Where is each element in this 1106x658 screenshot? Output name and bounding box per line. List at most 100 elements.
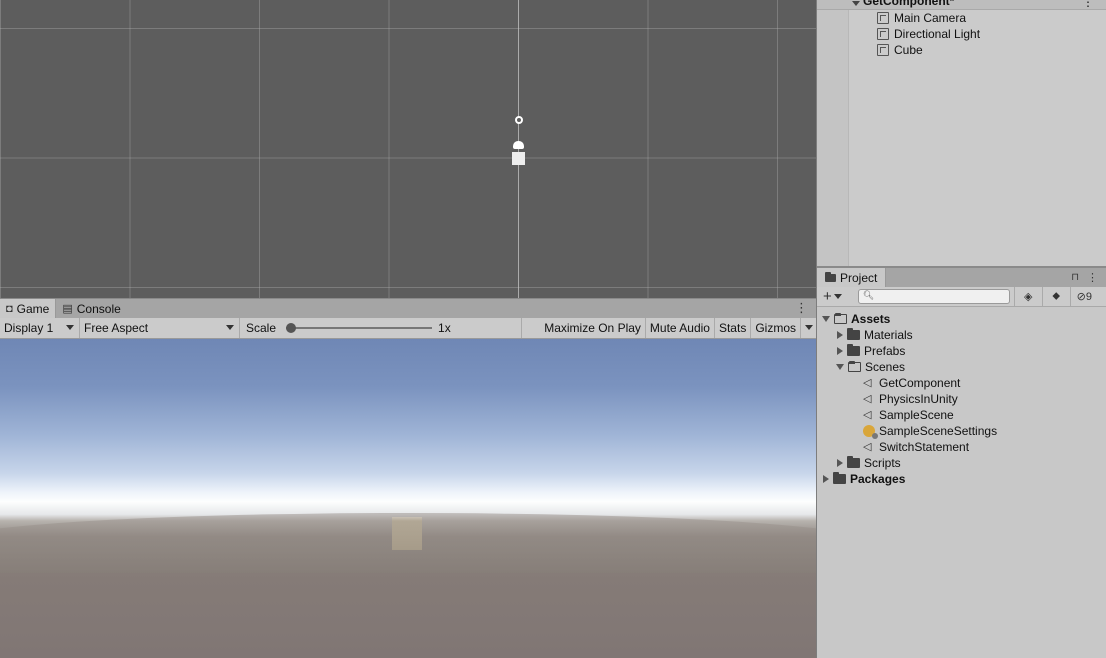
- rendered-cube: [392, 517, 422, 550]
- tree-item-label: SwitchStatement: [879, 440, 970, 454]
- camera-gizmo-icon[interactable]: [515, 116, 523, 124]
- game-panel-menu-icon[interactable]: ⋮: [787, 299, 816, 318]
- project-search-input[interactable]: 🔍︎: [857, 289, 1010, 304]
- project-tree: Assets Materials Prefabs Scenes ◁ GetCom…: [817, 307, 1106, 658]
- hierarchy-gutter: [817, 10, 849, 266]
- stats-label: Stats: [718, 321, 747, 335]
- unity-editor: ◘ Game ▤ Console ⋮ Display 1 Free Aspect…: [0, 0, 1106, 658]
- tree-item-prefabs[interactable]: Prefabs: [837, 343, 905, 359]
- hidden-packages-button[interactable]: ⊘ 9: [1069, 287, 1098, 306]
- unity-scene-icon: ◁: [863, 441, 872, 453]
- folder-icon: [847, 456, 860, 468]
- unity-scene-icon: ◁: [863, 409, 872, 421]
- gizmos-label: Gizmos: [755, 321, 796, 335]
- tab-project-label: Project: [840, 270, 878, 285]
- tree-item-materials[interactable]: Materials: [837, 327, 913, 343]
- folder-icon: [825, 271, 836, 282]
- tab-project[interactable]: Project: [817, 268, 887, 287]
- tree-item-assets[interactable]: Assets: [822, 311, 890, 327]
- scene-menu-icon[interactable]: ⋮: [1082, 0, 1094, 9]
- folder-open-icon: [834, 313, 847, 324]
- game-panel-tabs: ◘ Game ▤ Console ⋮: [0, 298, 816, 318]
- tab-console-label: Console: [76, 301, 121, 316]
- unity-scene-icon: ◁: [863, 393, 872, 405]
- hierarchy-item[interactable]: Cube: [877, 42, 923, 58]
- filter-by-type-button[interactable]: ◈: [1013, 287, 1042, 306]
- hierarchy-item-label: Directional Light: [894, 27, 981, 41]
- cube-icon: [877, 12, 889, 24]
- hierarchy-item-label: Cube: [894, 43, 923, 57]
- expand-arrow-icon[interactable]: [852, 1, 860, 6]
- scale-label: Scale: [246, 321, 277, 335]
- light-gizmo-icon[interactable]: [513, 141, 524, 149]
- scale-value: 1x: [438, 321, 451, 335]
- tree-item-label: PhysicsInUnity: [879, 392, 958, 406]
- hierarchy-item[interactable]: Main Camera: [877, 10, 966, 26]
- tab-console[interactable]: ▤ Console: [56, 299, 126, 318]
- scale-control: Scale 1x: [240, 318, 522, 338]
- expand-arrow-icon[interactable]: [823, 475, 829, 483]
- maximize-on-play-button[interactable]: Maximize On Play: [540, 318, 645, 338]
- collapse-arrow-icon[interactable]: [822, 316, 830, 322]
- gizmos-button[interactable]: Gizmos: [750, 318, 800, 338]
- lock-icon[interactable]: ⊓: [1071, 272, 1079, 283]
- game-view[interactable]: [0, 339, 816, 658]
- expand-arrow-icon[interactable]: [837, 331, 843, 339]
- gamepad-icon: ◘: [6, 302, 13, 315]
- lighting-settings-icon: [863, 425, 878, 439]
- tab-game-label: Game: [16, 301, 50, 316]
- search-icon: 🔍︎: [862, 290, 875, 300]
- tree-item-label: GetComponent: [879, 376, 961, 390]
- tree-item-label: SampleScene: [879, 408, 954, 422]
- tree-item-label: Assets: [851, 312, 891, 326]
- stats-button[interactable]: Stats: [713, 318, 750, 338]
- scale-slider-track: [286, 327, 433, 329]
- project-menu-icon[interactable]: ⋮: [1087, 271, 1098, 284]
- tab-game[interactable]: ◘ Game: [0, 299, 57, 318]
- cube-icon: [877, 44, 889, 56]
- mute-audio-label: Mute Audio: [649, 321, 710, 335]
- folder-icon: [847, 328, 860, 340]
- aspect-dropdown-label: Free Aspect: [84, 321, 149, 335]
- project-toolbar: + 🔍︎ ◈ ⬥ ⊘ 9: [817, 287, 1106, 307]
- scale-slider-knob[interactable]: [286, 323, 297, 333]
- tag-icon: ⬥: [1052, 290, 1061, 302]
- scene-name: GetComponent*: [863, 0, 955, 8]
- cube-icon: [877, 28, 889, 40]
- tree-item-scenes[interactable]: Scenes: [836, 359, 905, 375]
- create-button[interactable]: +: [817, 288, 846, 305]
- display-dropdown[interactable]: Display 1: [0, 318, 80, 338]
- tree-item-scene-file[interactable]: ◁ GetComponent: [863, 375, 960, 391]
- filter-by-label-button[interactable]: ⬥: [1041, 287, 1070, 306]
- tree-item-label: Packages: [850, 472, 906, 486]
- tree-item-scene-file[interactable]: ◁ SampleScene: [863, 407, 954, 423]
- eye-off-icon: ⊘: [1076, 291, 1086, 303]
- tree-item-scene-file[interactable]: ◁ PhysicsInUnity: [863, 391, 958, 407]
- display-dropdown-label: Display 1: [4, 321, 54, 335]
- tree-item-label: Scenes: [865, 360, 906, 374]
- chevron-down-icon: [66, 325, 74, 330]
- game-toolbar: Display 1 Free Aspect Scale 1x Maximize …: [0, 318, 816, 339]
- console-icon: ▤: [62, 303, 73, 315]
- scene-view[interactable]: [0, 0, 816, 298]
- tree-item-settings-file[interactable]: SampleSceneSettings: [863, 423, 997, 439]
- mute-audio-button[interactable]: Mute Audio: [644, 318, 714, 338]
- aspect-dropdown[interactable]: Free Aspect: [80, 318, 240, 338]
- tree-item-packages[interactable]: Packages: [823, 471, 905, 487]
- hidden-count: 9: [1085, 290, 1092, 303]
- hierarchy-item-label: Main Camera: [894, 11, 967, 25]
- expand-arrow-icon[interactable]: [837, 347, 843, 355]
- expand-arrow-icon[interactable]: [837, 459, 843, 467]
- collapse-arrow-icon[interactable]: [836, 364, 844, 370]
- scale-slider[interactable]: [286, 323, 433, 333]
- chevron-down-icon: [226, 325, 234, 330]
- tree-item-scripts[interactable]: Scripts: [837, 455, 901, 471]
- hierarchy-scene-header[interactable]: GetComponent* ⋮: [817, 0, 1106, 10]
- cube-gizmo-icon[interactable]: [512, 152, 525, 165]
- project-panel-tabs: Project ⊓ ⋮: [817, 268, 1106, 287]
- tree-item-label: SampleSceneSettings: [879, 424, 998, 438]
- gizmos-dropdown[interactable]: [800, 318, 816, 338]
- folder-icon: [847, 344, 860, 356]
- hierarchy-item[interactable]: Directional Light: [877, 26, 980, 42]
- tree-item-scene-file[interactable]: ◁ SwitchStatement: [863, 439, 969, 455]
